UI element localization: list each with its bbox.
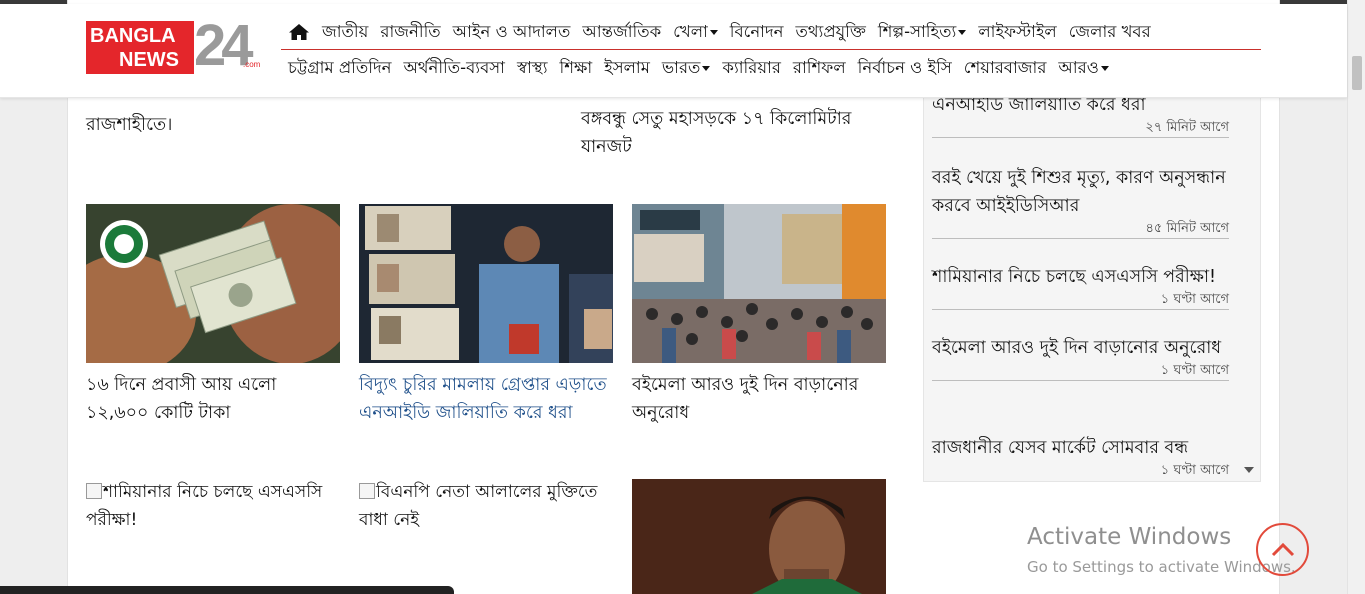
broken-image-icon bbox=[86, 483, 102, 499]
card-broken-image-ssc[interactable]: শামিয়ানার নিচে চলছে এসএসসি পরীক্ষা! bbox=[86, 478, 340, 534]
windows-activation-subtitle: Go to Settings to activate Windows. bbox=[1027, 558, 1296, 576]
card-title-nid[interactable]: বিদ্যুৎ চুরির মামলায় গ্রেপ্তার এড়াতে এ… bbox=[359, 371, 613, 427]
scroll-down-arrow-icon[interactable] bbox=[1244, 467, 1254, 473]
sidebar-item-time: ২৭ মিনিট আগে bbox=[1145, 120, 1229, 135]
chevron-up-icon bbox=[1271, 542, 1295, 557]
sidebar-item-time: ১ ঘণ্টা আগে bbox=[1160, 292, 1229, 307]
nav-item-election[interactable]: নির্বাচন ও ইসি bbox=[852, 55, 958, 82]
nav-item-arts-literature[interactable]: শিল্প-সাহিত্য bbox=[872, 19, 972, 46]
nav-item-district-news[interactable]: জেলার খবর bbox=[1063, 19, 1157, 46]
nav-item-tech[interactable]: তথ্যপ্রযুক্তি bbox=[789, 19, 871, 46]
nav-item-chattogram[interactable]: চট্টগ্রাম প্রতিদিন bbox=[281, 55, 398, 82]
nav-item-entertainment[interactable]: বিনোদন bbox=[724, 19, 790, 46]
nav-item-economy[interactable]: অর্থনীতি-ব্যবসা bbox=[398, 55, 511, 82]
sidebar-scrollbar[interactable] bbox=[1234, 98, 1261, 482]
nav-item-national[interactable]: জাতীয় bbox=[316, 19, 374, 46]
card-image-remittance[interactable] bbox=[86, 204, 340, 363]
card-title-bookfair[interactable]: বইমেলা আরও দুই দিন বাড়ানোর অনুরোধ bbox=[632, 371, 886, 427]
latest-news-sidebar[interactable]: এনআইডি জালিয়াতি করে ধরা ২৭ মিনিট আগে বর… bbox=[923, 88, 1261, 482]
logo-line-2: NEWS bbox=[119, 49, 179, 71]
card-title-remittance[interactable]: ১৬ দিনে প্রবাসী আয় এলো ১২,৬০০ কোটি টাকা bbox=[86, 371, 340, 427]
chevron-down-icon bbox=[702, 65, 711, 71]
chevron-down-icon bbox=[1100, 65, 1109, 71]
partial-headline-left[interactable]: রাজশাহীতে। bbox=[86, 111, 172, 139]
broken-image-icon bbox=[359, 483, 375, 499]
scrollbar-thumb[interactable] bbox=[1352, 56, 1362, 90]
nid-cards-man-photo bbox=[359, 204, 613, 363]
nav-item-politics[interactable]: রাজনীতি bbox=[374, 19, 446, 46]
sidebar-item-title: শামিয়ানার নিচে চলছে এসএসসি পরীক্ষা! bbox=[932, 267, 1217, 287]
sidebar-item-title: রাজধানীর যেসব মার্কেট সোমবার বন্ধ bbox=[932, 438, 1189, 458]
sidebar-item[interactable]: রাজধানীর যেসব মার্কেট সোমবার বন্ধ ১ ঘণ্ট… bbox=[932, 434, 1229, 480]
sidebar-item-time: ১ ঘণ্টা আগে bbox=[1160, 363, 1229, 378]
logo-red-block: BANGLA NEWS bbox=[86, 21, 194, 74]
card-image-bookfair[interactable] bbox=[632, 204, 886, 363]
athlete-photo bbox=[632, 479, 886, 594]
nav-item-lifestyle[interactable]: লাইফস্টাইল bbox=[972, 19, 1062, 46]
nav-item-health[interactable]: স্বাস্থ্য bbox=[511, 55, 554, 82]
card-broken-image-bnp[interactable]: বিএনপি নেতা আলালের মুক্তিতে বাধা নেই bbox=[359, 478, 613, 534]
home-icon[interactable] bbox=[288, 23, 310, 41]
card-alt-bnp: বিএনপি নেতা আলালের মুক্তিতে বাধা নেই bbox=[359, 482, 598, 530]
sidebar-item-time: ১ ঘণ্টা আগে bbox=[1160, 463, 1229, 478]
nav-row-primary: জাতীয় রাজনীতি আইন ও আদালত আন্তর্জাতিক খ… bbox=[281, 15, 1261, 50]
card-image-athlete[interactable] bbox=[632, 479, 886, 594]
sidebar-item[interactable]: শামিয়ানার নিচে চলছে এসএসসি পরীক্ষা! ১ ঘ… bbox=[932, 263, 1229, 310]
nav-item-career[interactable]: ক্যারিয়ার bbox=[716, 55, 787, 82]
partial-headline-right[interactable]: বঙ্গবন্ধু সেতু মহাসড়কে ১৭ কিলোমিটার যান… bbox=[581, 105, 881, 161]
nav-item-education[interactable]: শিক্ষা bbox=[554, 55, 599, 82]
windows-activation-title: Activate Windows bbox=[1027, 524, 1232, 550]
nav-row-secondary: চট্টগ্রাম প্রতিদিন অর্থনীতি-ব্যবসা স্বাস… bbox=[281, 50, 1261, 86]
sidebar-item-title: বরই খেয়ে দুই শিশুর মৃত্যু, কারণ অনুসন্ধ… bbox=[932, 168, 1226, 216]
chevron-down-icon bbox=[709, 29, 718, 35]
site-header: BANGLA NEWS 24 .com জাতীয় রাজনীতি আইন ও… bbox=[0, 4, 1347, 98]
logo-suffix: .com bbox=[243, 60, 261, 69]
sidebar-item-title: বইমেলা আরও দুই দিন বাড়ানোর অনুরোধ bbox=[932, 338, 1222, 358]
logo-line-1: BANGLA bbox=[90, 25, 176, 47]
card-image-nid[interactable] bbox=[359, 204, 613, 363]
nav-item-india[interactable]: ভারত bbox=[656, 55, 717, 82]
sidebar-item[interactable]: বইমেলা আরও দুই দিন বাড়ানোর অনুরোধ ১ ঘণ্… bbox=[932, 334, 1229, 381]
card-alt-ssc: শামিয়ানার নিচে চলছে এসএসসি পরীক্ষা! bbox=[86, 482, 323, 530]
nav-item-international[interactable]: আন্তর্জাতিক bbox=[576, 19, 667, 46]
book-fair-crowd-photo bbox=[632, 204, 886, 363]
bottom-overlay-bar bbox=[0, 586, 454, 594]
site-logo[interactable]: BANGLA NEWS 24 .com bbox=[86, 15, 264, 77]
nav-item-stock-market[interactable]: শেয়ারবাজার bbox=[958, 55, 1053, 82]
dollar-notes-photo bbox=[86, 204, 340, 363]
sidebar-item-time: ৪৫ মিনিট আগে bbox=[1145, 221, 1229, 236]
logo-number: 24 bbox=[194, 13, 253, 78]
scroll-to-top-button[interactable] bbox=[1256, 523, 1309, 576]
main-nav: জাতীয় রাজনীতি আইন ও আদালত আন্তর্জাতিক খ… bbox=[281, 15, 1261, 86]
nav-item-islam[interactable]: ইসলাম bbox=[598, 55, 656, 82]
nav-item-horoscope[interactable]: রাশিফল bbox=[787, 55, 852, 82]
sidebar-item[interactable]: এনআইডি জালিয়াতি করে ধরা ২৭ মিনিট আগে bbox=[932, 91, 1229, 138]
sidebar-item[interactable]: বরই খেয়ে দুই শিশুর মৃত্যু, কারণ অনুসন্ধ… bbox=[932, 164, 1229, 239]
page-scrollbar[interactable] bbox=[1347, 0, 1365, 594]
chevron-down-icon bbox=[958, 29, 967, 35]
nav-item-sports[interactable]: খেলা bbox=[667, 19, 724, 46]
nav-item-more[interactable]: আরও bbox=[1052, 55, 1114, 82]
nav-item-law-court[interactable]: আইন ও আদালত bbox=[447, 19, 577, 46]
